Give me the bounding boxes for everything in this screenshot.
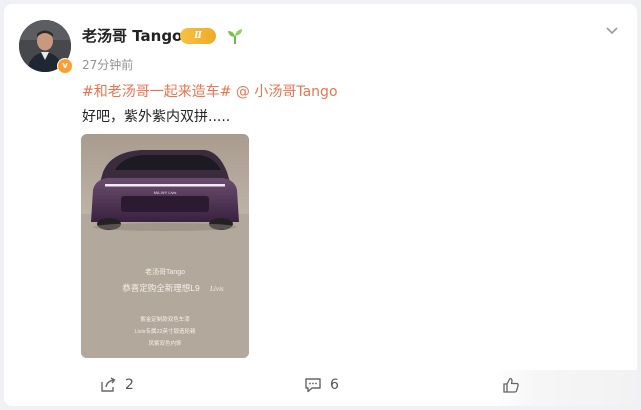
topic-link[interactable]: #和老汤哥一起来造车#: [82, 84, 231, 100]
mention-link[interactable]: @ 小汤哥Tango: [236, 84, 338, 100]
share-count: 2: [125, 377, 134, 393]
post-timestamp[interactable]: 27分钟前: [82, 56, 133, 73]
weibo-post-card: v 老汤哥 Tango Ⅱ 27分钟前 #和老汤哥一起来造车# @ 小汤哥Tan…: [4, 4, 637, 406]
chevron-down-icon[interactable]: [604, 22, 620, 38]
plate-text: MA-WY Livis: [154, 190, 177, 195]
comment-button[interactable]: 6: [304, 376, 339, 394]
share-button[interactable]: 2: [99, 376, 134, 394]
sprout-icon[interactable]: [226, 27, 244, 45]
comment-icon: [305, 378, 321, 393]
caption-brand: 老汤哥Tango: [145, 267, 185, 276]
caption-line: Livis专属22英寸锻造轮毂: [134, 327, 196, 335]
share-icon: [101, 377, 116, 392]
like-button[interactable]: [502, 376, 528, 394]
post-image[interactable]: MA-WY Livis 老汤哥Tango 恭喜定购全新理想L9 Livis 紫金…: [81, 134, 249, 358]
verified-badge: v: [57, 58, 73, 74]
author-name[interactable]: 老汤哥 Tango: [82, 25, 182, 46]
caption-line: 凤紫双色内饰: [148, 339, 182, 347]
caption-title: 恭喜定购全新理想L9: [122, 283, 200, 293]
comment-count: 6: [330, 377, 339, 393]
level-badge[interactable]: Ⅱ: [180, 28, 216, 44]
action-bar: 2 6: [4, 370, 637, 406]
caption-title-logo: Livis: [209, 285, 224, 293]
post-body: #和老汤哥一起来造车# @ 小汤哥Tango 好吧，紫外紫内双拼.....: [82, 80, 622, 130]
car-photo: MA-WY Livis 老汤哥Tango 恭喜定购全新理想L9 Livis 紫金…: [81, 134, 249, 358]
post-text: 好吧，紫外紫内双拼.....: [82, 109, 231, 125]
thumbs-up-icon: [503, 377, 519, 393]
caption-line: 紫金定制款双色车漆: [140, 315, 190, 323]
